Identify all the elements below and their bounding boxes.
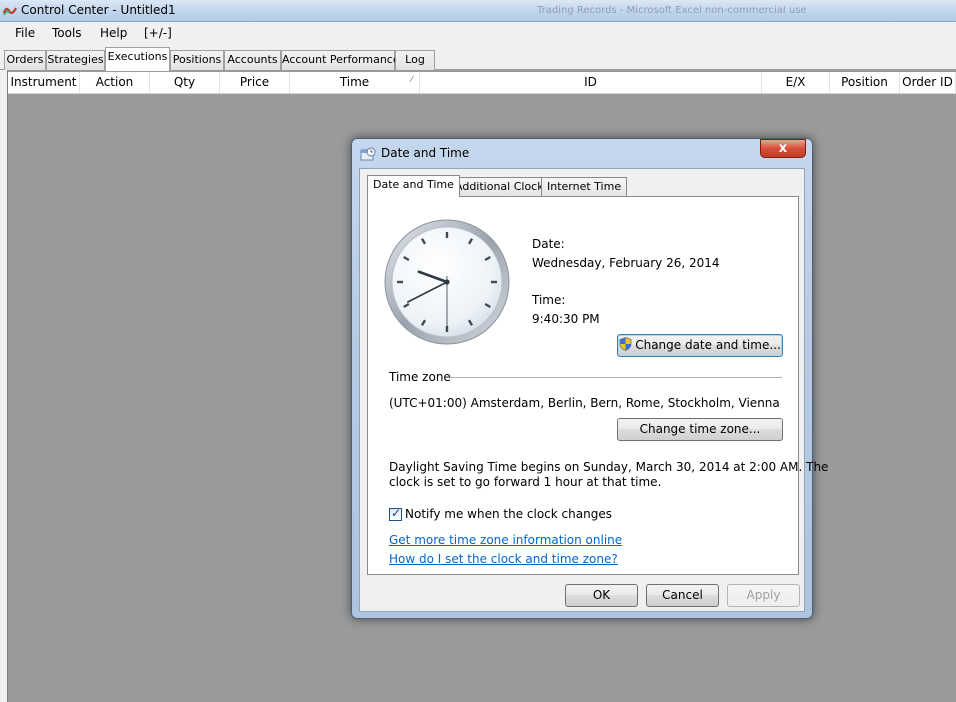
app-logo-icon [3,7,17,16]
tab-orders[interactable]: Orders [4,50,46,70]
change-time-zone-button[interactable]: Change time zone... [617,418,783,441]
time-value: 9:40:30 PM [532,312,600,326]
tab-executions[interactable]: Executions [105,47,170,71]
title-bar: Control Center - Untitled1 Trading Recor… [0,0,956,22]
column-position[interactable]: Position [830,72,900,93]
tab-positions[interactable]: Positions [170,50,224,70]
menu-tools[interactable]: Tools [52,26,82,40]
time-zone-info-link[interactable]: Get more time zone information online [389,533,622,547]
menu-help[interactable]: Help [100,26,127,40]
column-id[interactable]: ID [420,72,762,93]
date-time-icon [360,147,376,161]
clock-center-pin [444,279,450,285]
menu-bar: File Tools Help [+/-] [0,22,956,46]
background-window-title: Trading Records - Microsoft Excel non-co… [537,5,807,16]
tab-additional-clocks[interactable]: Additional Clocks [449,177,556,196]
column-instrument[interactable]: Instrument [8,72,80,93]
checkmark-icon: ✓ [391,506,402,520]
tab-internet-time[interactable]: Internet Time [541,177,628,196]
change-date-time-label: Change date and time... [635,338,781,352]
tab-date-and-time[interactable]: Date and Time [367,175,460,197]
date-time-dialog: Date and Time x Date and Time Additional… [351,138,828,619]
date-value: Wednesday, February 26, 2014 [532,256,720,270]
column-action[interactable]: Action [80,72,150,93]
tab-accounts[interactable]: Accounts [224,50,281,70]
tab-strip: Orders Strategies Executions Positions A… [0,46,956,71]
tab-strategies[interactable]: Strategies [46,50,105,70]
time-zone-value: (UTC+01:00) Amsterdam, Berlin, Bern, Rom… [389,396,780,410]
tab-page: Date: Wednesday, February 26, 2014 Time:… [367,196,828,575]
window-title: Control Center - Untitled1 [21,3,176,17]
time-zone-label: Time zone [389,370,451,384]
column-price[interactable]: Price [220,72,290,93]
time-zone-divider [450,377,782,378]
apply-button[interactable]: Apply [727,584,800,607]
analog-clock [384,219,510,345]
grid-left-edge [0,70,8,702]
dialog-body: Date and Time Additional Clocks Internet… [359,168,828,612]
menu-toggle[interactable]: [+/-] [144,26,172,40]
cancel-button[interactable]: Cancel [646,584,719,607]
column-ex[interactable]: E/X [762,72,830,93]
notify-label[interactable]: Notify me when the clock changes [405,507,612,521]
dialog-title: Date and Time [381,146,470,160]
grid-header: Instrument Action Qty Price Time ⁄ ID E/… [8,72,956,94]
sort-indicator-icon: ⁄ [411,75,413,84]
tab-log[interactable]: Log [395,50,435,70]
ok-button[interactable]: OK [565,584,638,607]
column-qty[interactable]: Qty [150,72,220,93]
help-clock-link[interactable]: How do I set the clock and time zone? [389,552,618,566]
shield-icon [619,337,632,351]
notify-checkbox[interactable]: ✓ [389,506,402,521]
time-label: Time: [532,293,566,307]
change-date-time-button[interactable]: Change date and time... [617,334,783,357]
tab-account-performance[interactable]: Account Performance [281,50,400,70]
menu-file[interactable]: File [15,26,35,40]
dst-info-line-2: clock is set to go forward 1 hour at tha… [389,475,662,489]
date-label: Date: [532,237,565,251]
dst-info-line-1: Daylight Saving Time begins on Sunday, M… [389,460,829,474]
column-time[interactable]: Time [290,72,420,93]
column-order-id[interactable]: Order ID [900,72,956,93]
close-button[interactable]: x [760,139,806,158]
